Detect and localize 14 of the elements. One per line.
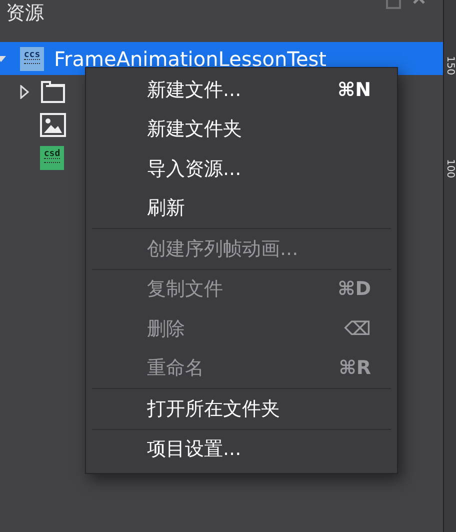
ruler-label: 150 xyxy=(444,56,456,76)
menu-item[interactable]: 新建文件夹 xyxy=(86,110,397,149)
folder-icon xyxy=(40,80,66,104)
panel-title: 资源 xyxy=(6,1,44,26)
menu-item[interactable]: 导入资源... xyxy=(86,149,397,188)
image-icon xyxy=(40,112,66,136)
menu-item[interactable]: 打开所在文件夹 xyxy=(86,389,397,428)
menu-item[interactable]: 刷新 xyxy=(86,188,397,228)
project-name: FrameAnimationLessonTest xyxy=(54,46,327,70)
project-file-icon: ccs xyxy=(20,46,44,70)
menu-item[interactable]: 项目设置... xyxy=(86,430,397,469)
ruler-label: 100 xyxy=(444,159,456,178)
scene-file-icon: csd xyxy=(40,146,64,170)
caret-icon[interactable] xyxy=(20,84,30,98)
